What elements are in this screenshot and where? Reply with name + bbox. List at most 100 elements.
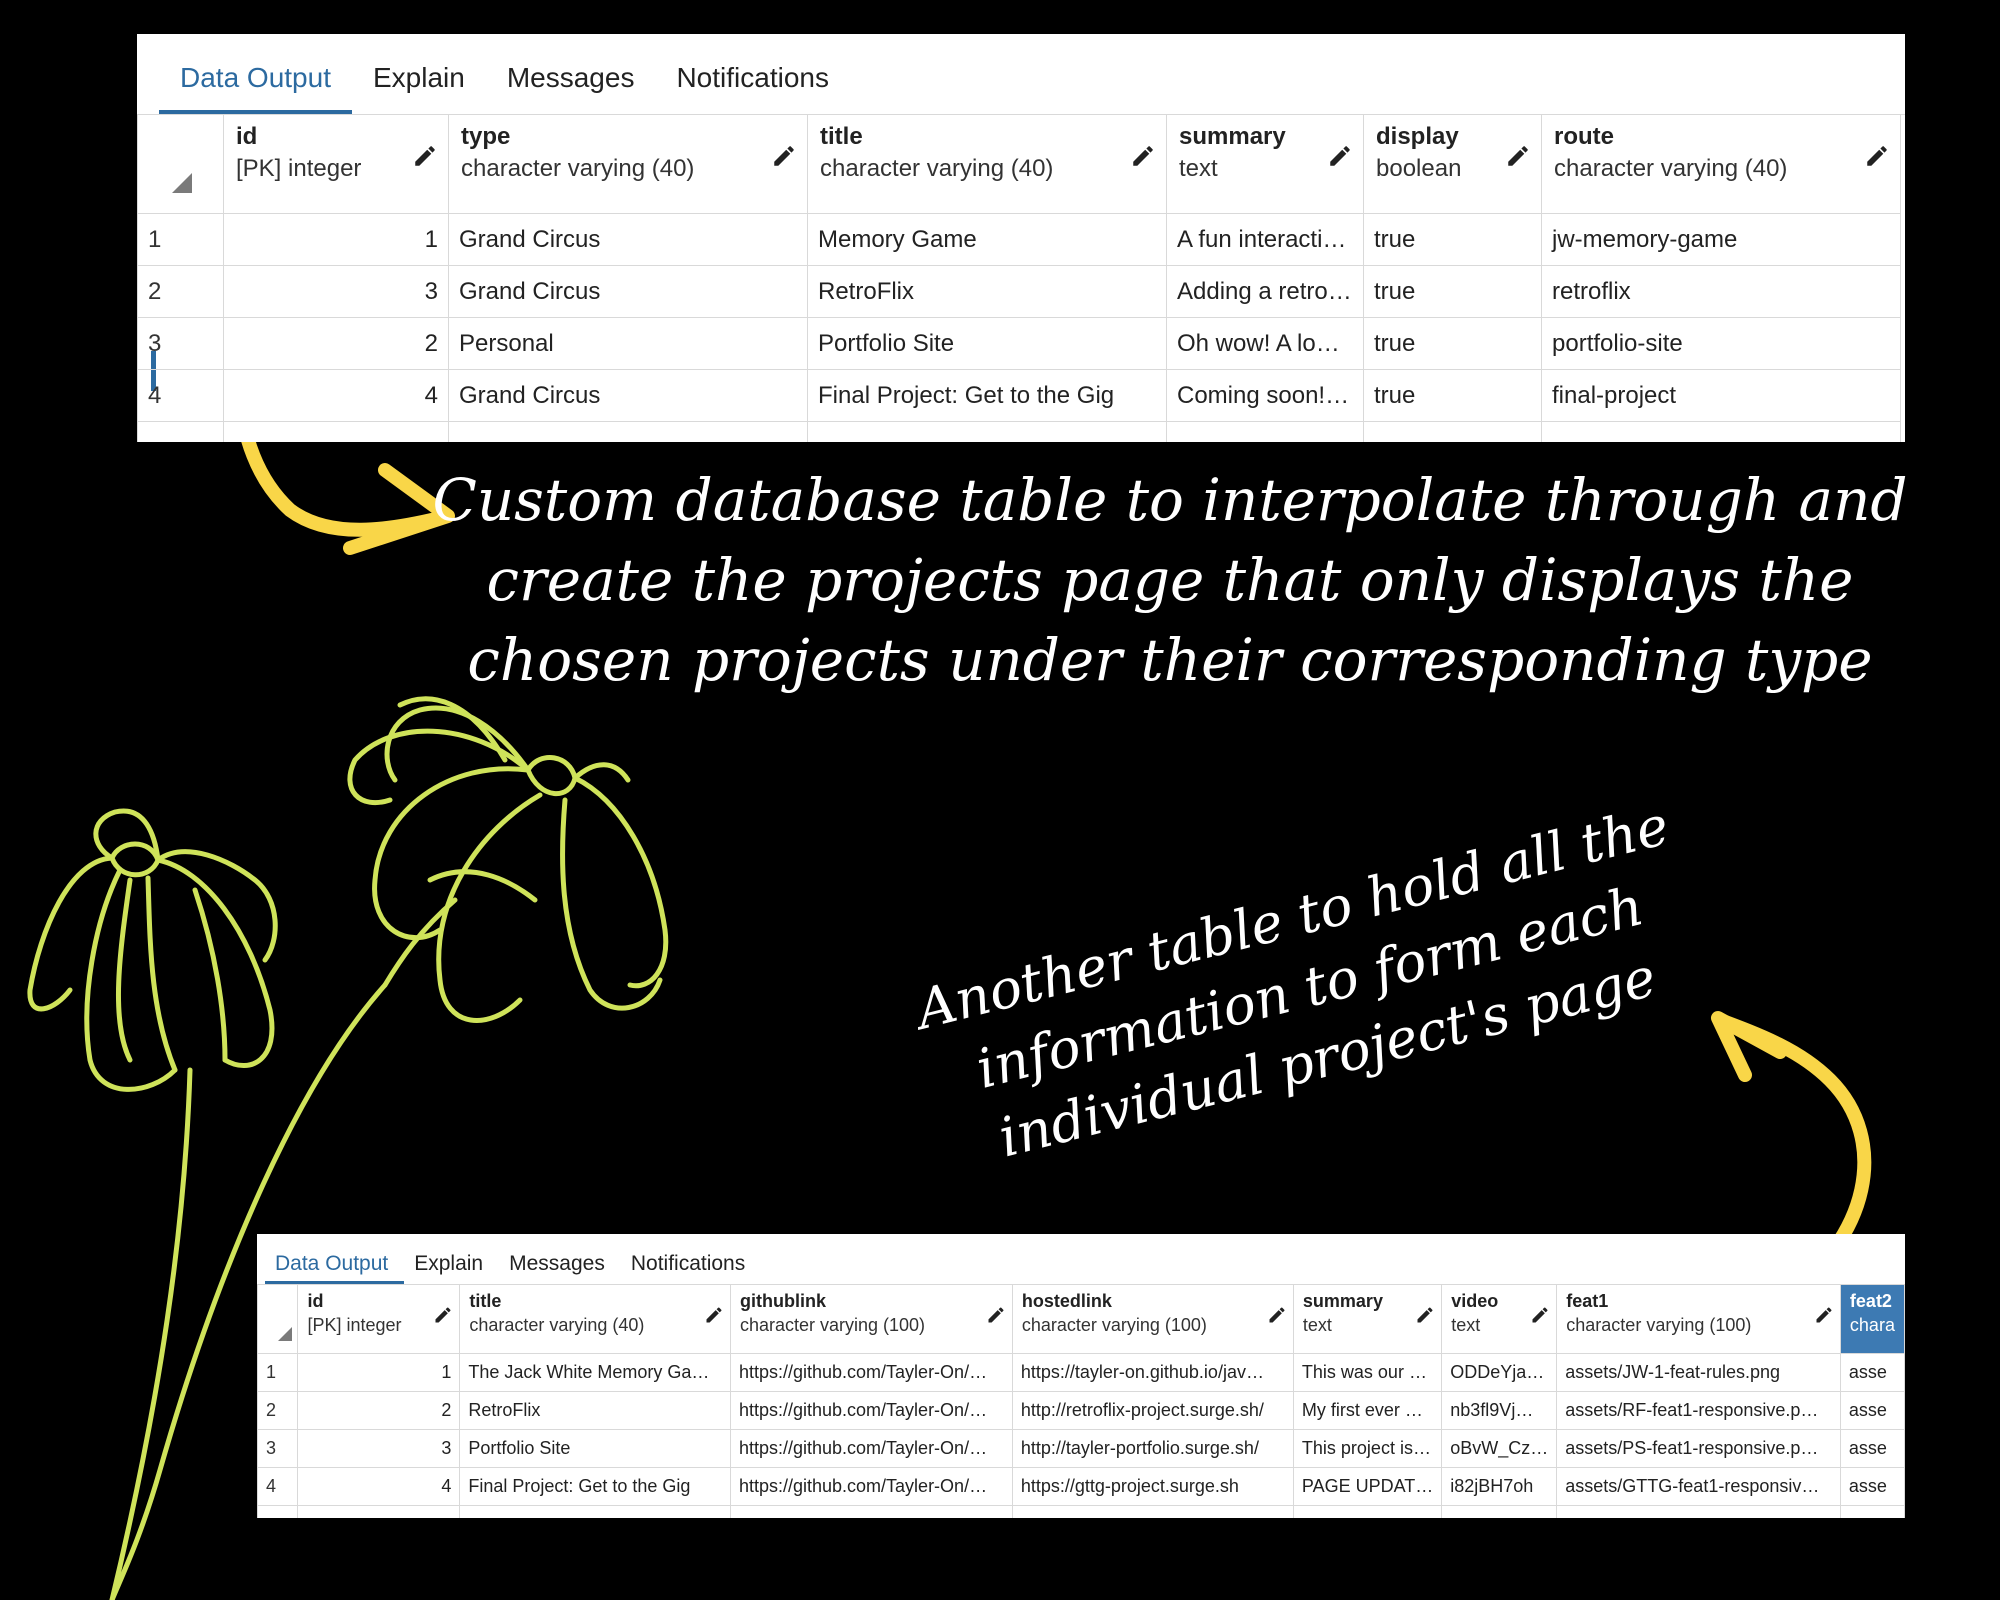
table-row[interactable]: 1 1 The Jack White Memory Ga… https://gi… (257, 1353, 1905, 1392)
pencil-icon[interactable] (1327, 143, 1353, 169)
cell-title[interactable]: Memory Game (807, 213, 1167, 266)
cell-githublink[interactable]: https://github.com/Tayler-On/… (729, 1391, 1013, 1430)
cell-feat2[interactable]: asse (1839, 1467, 1905, 1506)
column-header-video[interactable]: video text (1441, 1284, 1558, 1354)
cell-feat2[interactable]: asse (1839, 1353, 1905, 1392)
column-header-title[interactable]: title character varying (40) (807, 114, 1167, 214)
cell-video[interactable]: i82jBH7oh (1441, 1467, 1558, 1506)
cell-video[interactable]: nb3fl9Vj… (1441, 1391, 1558, 1430)
cell-summary[interactable]: My first ever … (1292, 1391, 1443, 1430)
tab-messages[interactable]: Messages (499, 1234, 621, 1284)
cell-feat1[interactable]: assets/PS-feat1-responsive.p… (1556, 1429, 1841, 1468)
column-header-feat2[interactable]: feat2 chara (1839, 1284, 1905, 1354)
column-header-id[interactable]: id [PK] integer (297, 1284, 461, 1354)
cell-id[interactable]: 1 (223, 213, 449, 266)
cell-feat2[interactable]: asse (1839, 1429, 1905, 1468)
tab-explain[interactable]: Explain (404, 1234, 499, 1284)
cell-route[interactable]: retroflix (1541, 265, 1901, 318)
cell-video[interactable]: ODDeYja… (1441, 1353, 1558, 1392)
row-number[interactable]: 4 (137, 369, 224, 422)
cell-summary[interactable]: PAGE UPDAT… (1292, 1467, 1443, 1506)
pencil-icon[interactable] (1415, 1305, 1435, 1325)
cell-title[interactable]: Final Project: Get to the Gig (807, 369, 1167, 422)
cell-title[interactable]: RetroFlix (459, 1391, 731, 1430)
row-number[interactable]: 2 (137, 265, 224, 318)
cell-summary[interactable]: Adding a retro… (1166, 265, 1364, 318)
cell-githublink[interactable]: https://github.com/Tayler-On/… (729, 1429, 1013, 1468)
cell-display[interactable]: true (1363, 317, 1542, 370)
cell-type[interactable]: Grand Circus (448, 265, 808, 318)
cell-title[interactable]: Portfolio Site (459, 1429, 731, 1468)
cell-summary[interactable]: This project is… (1292, 1429, 1443, 1468)
cell-title[interactable]: Final Project: Get to the Gig (459, 1467, 731, 1506)
table-row[interactable]: 4 4 Grand Circus Final Project: Get to t… (137, 369, 1901, 422)
select-all-corner[interactable] (137, 114, 224, 214)
table-row[interactable]: 3 2 Personal Portfolio Site Oh wow! A lo… (137, 317, 1901, 370)
column-header-route[interactable]: route character varying (40) (1541, 114, 1901, 214)
cell-id[interactable]: 3 (297, 1429, 461, 1468)
cell-display[interactable]: true (1363, 213, 1542, 266)
column-header-title[interactable]: title character varying (40) (459, 1284, 731, 1354)
tab-explain[interactable]: Explain (352, 34, 486, 114)
tab-notifications[interactable]: Notifications (655, 34, 850, 114)
cell-route[interactable]: final-project (1541, 369, 1901, 422)
cell-summary[interactable]: Oh wow! A lo… (1166, 317, 1364, 370)
cell-title[interactable]: RetroFlix (807, 265, 1167, 318)
table-row[interactable]: 4 4 Final Project: Get to the Gig https:… (257, 1467, 1905, 1506)
cell-id[interactable]: 1 (297, 1353, 461, 1392)
row-number[interactable]: 2 (257, 1391, 299, 1430)
cell-route[interactable]: portfolio-site (1541, 317, 1901, 370)
row-number[interactable]: 1 (137, 213, 224, 266)
cell-summary[interactable]: This was our … (1292, 1353, 1443, 1392)
table-row[interactable]: 1 1 Grand Circus Memory Game A fun inter… (137, 213, 1901, 266)
cell-id[interactable]: 4 (223, 369, 449, 422)
pencil-icon[interactable] (1814, 1305, 1834, 1325)
table-row[interactable]: 3 3 Portfolio Site https://github.com/Ta… (257, 1429, 1905, 1468)
tab-messages[interactable]: Messages (486, 34, 656, 114)
table-row[interactable]: 2 2 RetroFlix https://github.com/Tayler-… (257, 1391, 1905, 1430)
tab-data-output[interactable]: Data Output (159, 34, 352, 114)
column-header-id[interactable]: id [PK] integer (223, 114, 449, 214)
cell-githublink[interactable]: https://github.com/Tayler-On/… (729, 1353, 1013, 1392)
cell-title[interactable]: Portfolio Site (807, 317, 1167, 370)
pencil-icon[interactable] (704, 1305, 724, 1325)
row-number[interactable]: 1 (257, 1353, 299, 1392)
column-header-summary[interactable]: summary text (1166, 114, 1364, 214)
row-number[interactable]: 4 (257, 1467, 299, 1506)
pencil-icon[interactable] (1530, 1305, 1550, 1325)
cell-type[interactable]: Personal (448, 317, 808, 370)
cell-hostedlink[interactable]: https://tayler-on.github.io/jav… (1011, 1353, 1294, 1392)
cell-feat2[interactable]: asse (1839, 1391, 1905, 1430)
table-row[interactable]: 2 3 Grand Circus RetroFlix Adding a retr… (137, 265, 1901, 318)
cell-hostedlink[interactable]: http://retroflix-project.surge.sh/ (1011, 1391, 1294, 1430)
cell-id[interactable]: 2 (297, 1391, 461, 1430)
cell-title[interactable]: The Jack White Memory Ga… (459, 1353, 731, 1392)
cell-feat1[interactable]: assets/RF-feat1-responsive.p… (1556, 1391, 1841, 1430)
column-header-type[interactable]: type character varying (40) (448, 114, 808, 214)
cell-feat1[interactable]: assets/JW-1-feat-rules.png (1556, 1353, 1841, 1392)
pencil-icon[interactable] (412, 143, 438, 169)
pencil-icon[interactable] (433, 1305, 453, 1325)
row-number[interactable]: 3 (257, 1429, 299, 1468)
tab-data-output[interactable]: Data Output (265, 1234, 405, 1284)
cell-hostedlink[interactable]: https://gttg-project.surge.sh (1011, 1467, 1294, 1506)
cell-route[interactable]: jw-memory-game (1541, 213, 1901, 266)
cell-video[interactable]: oBvW_Cz… (1441, 1429, 1558, 1468)
column-header-githublink[interactable]: githublink character varying (100) (729, 1284, 1013, 1354)
pencil-icon[interactable] (1505, 143, 1531, 169)
pencil-icon[interactable] (771, 143, 797, 169)
cell-githublink[interactable]: https://github.com/Tayler-On/… (729, 1467, 1013, 1506)
pencil-icon[interactable] (1864, 143, 1890, 169)
column-header-hostedlink[interactable]: hostedlink character varying (100) (1011, 1284, 1294, 1354)
pencil-icon[interactable] (1130, 143, 1156, 169)
cell-id[interactable]: 2 (223, 317, 449, 370)
cell-type[interactable]: Grand Circus (448, 369, 808, 422)
row-number[interactable]: 3 (137, 317, 224, 370)
cell-display[interactable]: true (1363, 265, 1542, 318)
cell-id[interactable]: 3 (223, 265, 449, 318)
column-header-display[interactable]: display boolean (1363, 114, 1542, 214)
column-header-summary[interactable]: summary text (1292, 1284, 1443, 1354)
cell-summary[interactable]: Coming soon!… (1166, 369, 1364, 422)
column-header-feat1[interactable]: feat1 character varying (100) (1556, 1284, 1841, 1354)
cell-type[interactable]: Grand Circus (448, 213, 808, 266)
